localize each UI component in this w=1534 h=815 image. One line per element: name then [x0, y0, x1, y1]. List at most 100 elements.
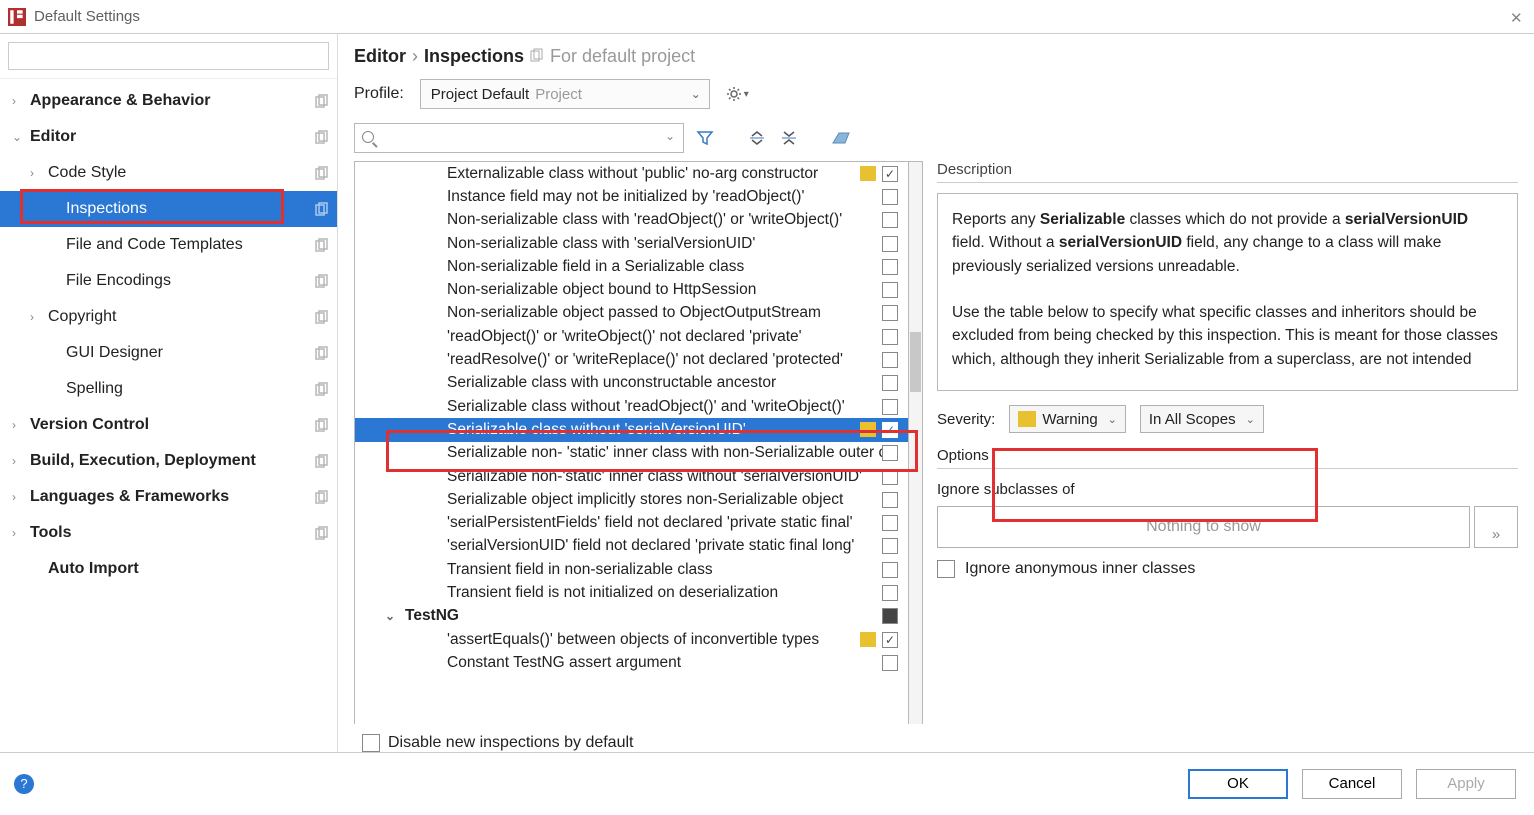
more-button[interactable]: » — [1474, 506, 1518, 548]
sidebar-item-file-and-code-templates[interactable]: File and Code Templates — [0, 227, 337, 263]
tree-item-label: Appearance & Behavior — [30, 92, 315, 110]
inspection-checkbox[interactable] — [882, 538, 898, 554]
inspection-row[interactable]: Non-serializable class with 'serialVersi… — [355, 232, 908, 255]
inspection-row[interactable]: Non-serializable field in a Serializable… — [355, 255, 908, 278]
inspection-checkbox[interactable] — [882, 259, 898, 275]
sidebar-item-tools[interactable]: › Tools — [0, 515, 337, 551]
inspection-row[interactable]: 'serialVersionUID' field not declared 'p… — [355, 535, 908, 558]
collapse-all-button[interactable] — [778, 127, 800, 149]
inspection-checkbox[interactable] — [882, 375, 898, 391]
disable-new-checkbox[interactable] — [362, 734, 380, 752]
inspection-checkbox[interactable] — [882, 282, 898, 298]
inspection-checkbox[interactable] — [882, 189, 898, 205]
scrollbar[interactable] — [909, 161, 923, 724]
profile-gear-button[interactable]: ▾ — [726, 86, 749, 102]
expand-all-button[interactable] — [746, 127, 768, 149]
scrollbar-thumb[interactable] — [910, 332, 921, 392]
inspection-row[interactable]: Serializable class without 'readObject()… — [355, 395, 908, 418]
inspection-checkbox[interactable] — [882, 469, 898, 485]
inspection-row[interactable]: Non-serializable object passed to Object… — [355, 302, 908, 325]
inspection-checkbox[interactable] — [882, 492, 898, 508]
inspection-label: Non-serializable class with 'serialVersi… — [447, 235, 882, 253]
sidebar-item-spelling[interactable]: Spelling — [0, 371, 337, 407]
inspection-row[interactable]: Instance field may not be initialized by… — [355, 185, 908, 208]
filter-button[interactable] — [694, 127, 716, 149]
ignore-subclasses-label: Ignore subclasses of — [937, 481, 1518, 498]
sidebar-item-appearance-behavior[interactable]: ›Appearance & Behavior — [0, 83, 337, 119]
inspection-row[interactable]: Transient field is not initialized on de… — [355, 581, 908, 604]
sidebar-item-auto-import[interactable]: Auto Import — [0, 551, 337, 587]
inspection-checkbox[interactable] — [882, 585, 898, 601]
tree-item-label: Tools — [30, 524, 315, 542]
inspection-row[interactable]: Constant TestNG assert argument — [355, 651, 908, 674]
inspection-checkbox[interactable] — [882, 212, 898, 228]
inspection-row[interactable]: Serializable class with unconstructable … — [355, 372, 908, 395]
ok-button[interactable]: OK — [1188, 769, 1288, 799]
scope-select[interactable]: In All Scopes ⌄ — [1140, 405, 1264, 433]
inspection-row[interactable]: Non-serializable class with 'readObject(… — [355, 209, 908, 232]
scope-icon — [315, 490, 329, 504]
sidebar-item-languages-frameworks[interactable]: ›Languages & Frameworks — [0, 479, 337, 515]
tree-item-label: File and Code Templates — [66, 236, 315, 254]
dialog-footer: ? OK Cancel Apply — [0, 752, 1534, 814]
inspection-row[interactable]: Serializable class without 'serialVersio… — [355, 418, 908, 441]
inspection-row[interactable]: Transient field in non-serializable clas… — [355, 558, 908, 581]
sidebar-search-input[interactable] — [8, 42, 329, 70]
inspection-row[interactable]: Externalizable class without 'public' no… — [355, 162, 908, 185]
inspection-search-input[interactable]: ⌄ — [354, 123, 684, 153]
breadcrumb-note: For default project — [550, 46, 695, 67]
inspection-label: Non-serializable field in a Serializable… — [447, 258, 882, 276]
severity-select[interactable]: Warning ⌄ — [1009, 405, 1126, 433]
inspection-row[interactable]: Serializable non-'static' inner class wi… — [355, 465, 908, 488]
help-button[interactable]: ? — [14, 774, 34, 794]
scope-icon — [315, 382, 329, 396]
copy-icon — [530, 46, 544, 67]
breadcrumb: Editor › Inspections For default project — [354, 46, 1534, 67]
inspection-checkbox[interactable] — [882, 305, 898, 321]
window-title: Default Settings — [34, 8, 1510, 25]
reset-button[interactable] — [830, 127, 852, 149]
sidebar-item-version-control[interactable]: ›Version Control — [0, 407, 337, 443]
inspection-checkbox[interactable] — [882, 655, 898, 671]
inspection-group[interactable]: ⌄TestNG — [355, 605, 908, 628]
inspection-checkbox[interactable] — [882, 166, 898, 182]
inspection-label: Transient field is not initialized on de… — [447, 584, 882, 602]
inspection-list[interactable]: Externalizable class without 'public' no… — [354, 161, 909, 724]
inspection-checkbox[interactable] — [882, 515, 898, 531]
profile-select[interactable]: Project Default Project ⌄ — [420, 79, 710, 109]
tree-arrow-icon: › — [12, 526, 26, 540]
subclasses-list[interactable]: Nothing to show — [937, 506, 1470, 548]
cancel-button[interactable]: Cancel — [1302, 769, 1402, 799]
ignore-anonymous-checkbox[interactable] — [937, 560, 955, 578]
inspection-row[interactable]: Serializable object implicitly stores no… — [355, 488, 908, 511]
inspection-checkbox[interactable] — [882, 236, 898, 252]
inspection-checkbox[interactable] — [882, 422, 898, 438]
tree-arrow-icon: › — [12, 418, 26, 432]
inspection-checkbox[interactable] — [882, 562, 898, 578]
sidebar-item-gui-designer[interactable]: GUI Designer — [0, 335, 337, 371]
sidebar-item-build-execution-deployment[interactable]: ›Build, Execution, Deployment — [0, 443, 337, 479]
inspection-row[interactable]: 'readObject()' or 'writeObject()' not de… — [355, 325, 908, 348]
sidebar-item-copyright[interactable]: ›Copyright — [0, 299, 337, 335]
inspection-row[interactable]: 'assertEquals()' between objects of inco… — [355, 628, 908, 651]
sidebar-item-code-style[interactable]: ›Code Style — [0, 155, 337, 191]
tree-item-label: Copyright — [48, 308, 315, 326]
inspection-checkbox[interactable] — [882, 632, 898, 648]
inspection-row[interactable]: Non-serializable object bound to HttpSes… — [355, 278, 908, 301]
group-checkbox[interactable] — [882, 608, 898, 624]
inspection-checkbox[interactable] — [882, 329, 898, 345]
inspection-checkbox[interactable] — [882, 352, 898, 368]
inspection-row[interactable]: 'readResolve()' or 'writeReplace()' not … — [355, 348, 908, 371]
inspection-row[interactable]: 'serialPersistentFields' field not decla… — [355, 511, 908, 534]
apply-button[interactable]: Apply — [1416, 769, 1516, 799]
inspection-row[interactable]: Serializable non- 'static' inner class w… — [355, 442, 908, 465]
sidebar-item-inspections[interactable]: Inspections — [0, 191, 337, 227]
disable-new-label: Disable new inspections by default — [388, 734, 633, 752]
sidebar-item-file-encodings[interactable]: File Encodings — [0, 263, 337, 299]
close-icon[interactable]: ✕ — [1510, 9, 1526, 25]
inspection-checkbox[interactable] — [882, 445, 898, 461]
settings-tree[interactable]: ›Appearance & Behavior⌄Editor›Code Style… — [0, 79, 337, 752]
sidebar-item-editor[interactable]: ⌄Editor — [0, 119, 337, 155]
inspection-checkbox[interactable] — [882, 399, 898, 415]
chevron-right-icon: › — [412, 46, 418, 67]
